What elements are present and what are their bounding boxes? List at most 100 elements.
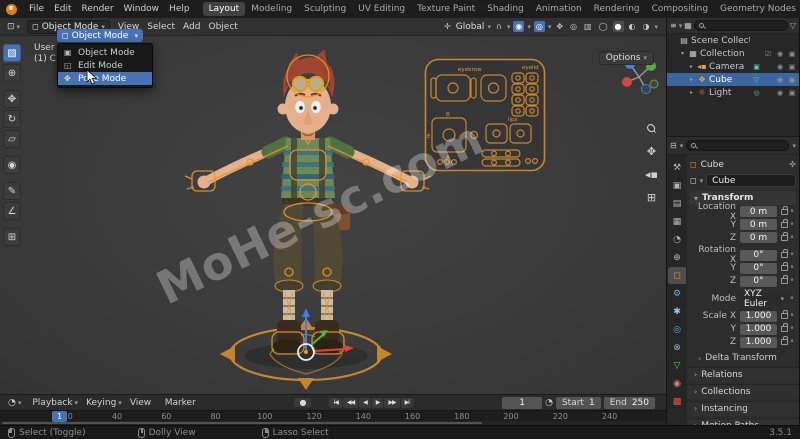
timeline-scrollbar[interactable] xyxy=(0,421,666,425)
menubar-item[interactable]: Edit xyxy=(49,2,76,16)
properties-tab[interactable]: ▦ xyxy=(668,213,686,230)
outliner-row[interactable]: ▸ ◂▪ Camera ▣ ☑ ◉ ▣ xyxy=(667,60,799,73)
hide-render-icon[interactable]: ▣ xyxy=(787,76,797,84)
toolbar-button[interactable]: ✎ xyxy=(3,182,21,200)
outliner-row[interactable]: ▸ ☼ Light ◎ ☑ ◉ ▣ xyxy=(667,86,799,99)
toolbar-button[interactable]: ◉ xyxy=(3,156,21,174)
nav-zoom-icon[interactable]: Ϙ xyxy=(642,119,660,137)
frame-ruler[interactable]: 1 20406080100120140160180200220240 xyxy=(0,410,666,421)
transport-button[interactable]: ▶ xyxy=(372,398,384,408)
collapsed-section[interactable]: › Collections xyxy=(687,384,799,399)
outliner-row[interactable]: ▸ ✥ Cube ▽ ☑ ◉ ▣ xyxy=(667,73,799,86)
shading-material-icon[interactable]: ◐ xyxy=(627,21,638,32)
properties-tab[interactable]: ▽ xyxy=(668,357,686,374)
collection-icon[interactable]: ▦ xyxy=(688,49,698,58)
snapping-icon[interactable]: ◉ xyxy=(513,21,524,32)
object-light-icon[interactable]: ☼ xyxy=(697,88,707,97)
toolbar-button[interactable]: ▧ xyxy=(3,44,21,62)
shading-solid-icon[interactable]: ● xyxy=(613,21,624,32)
object-armature-icon[interactable]: ✥ xyxy=(697,75,707,84)
record-button[interactable]: ● xyxy=(294,398,311,407)
outliner-row-label[interactable]: Collection xyxy=(700,49,750,59)
toolbar-button[interactable]: ✥ xyxy=(3,90,21,108)
delta-transform-subpanel[interactable]: › Delta Transform xyxy=(690,352,796,365)
outliner-row-label[interactable]: Camera xyxy=(709,62,750,72)
mode-menu-item[interactable]: ✥ Pose Mode xyxy=(58,72,152,85)
timeline-menu-item[interactable]: View ▾ xyxy=(126,397,161,409)
workspace-tab[interactable]: UV Editing xyxy=(352,2,411,16)
value-field[interactable]: 1.000 xyxy=(740,311,777,322)
value-field[interactable]: 1.000 xyxy=(740,337,777,348)
properties-tab[interactable]: ⊗ xyxy=(668,339,686,356)
lock-icon[interactable] xyxy=(781,278,788,284)
properties-tab[interactable]: ⚙ xyxy=(668,285,686,302)
outliner-editor-icon[interactable]: ≡ xyxy=(670,21,677,30)
frame-end-field[interactable]: End 250 xyxy=(604,397,655,409)
animate-decorator[interactable]: • xyxy=(788,324,796,334)
properties-tab[interactable]: ▩ xyxy=(668,393,686,410)
collapsed-section[interactable]: › Relations xyxy=(687,367,799,382)
nav-camera-icon[interactable]: ◂▪ xyxy=(645,168,658,181)
object-camera-icon[interactable]: ◂▪ xyxy=(697,62,707,71)
lock-icon[interactable] xyxy=(781,339,788,345)
properties-editor-icon[interactable]: ⊟ xyxy=(670,141,677,150)
toolbar-button[interactable]: ⊕ xyxy=(3,64,21,82)
lock-icon[interactable] xyxy=(781,235,788,241)
mode-menu-item[interactable]: ◱ Edit Mode xyxy=(58,59,152,72)
scene-collection-icon[interactable]: ▤ xyxy=(679,36,689,45)
orientation-icon[interactable]: ✛ xyxy=(442,21,453,32)
outliner-row-label[interactable]: Light xyxy=(709,88,750,98)
properties-search-input[interactable] xyxy=(686,140,789,151)
animate-decorator[interactable]: • xyxy=(788,337,796,347)
disclosure-closed-icon[interactable]: ▸ xyxy=(688,89,695,96)
timeline-menu-item[interactable]: Playback ▾ xyxy=(28,397,82,409)
properties-tab[interactable]: ◉ xyxy=(668,375,686,392)
properties-tab[interactable]: ✱ xyxy=(668,303,686,320)
show-overlays-icon[interactable]: ◎ xyxy=(568,21,579,32)
chevron-down-icon[interactable]: ▾ xyxy=(548,23,552,31)
properties-tab[interactable]: ◔ xyxy=(668,231,686,248)
hide-render-icon[interactable]: ▣ xyxy=(787,50,797,58)
lock-icon[interactable] xyxy=(781,313,788,319)
lock-icon[interactable] xyxy=(781,252,788,258)
lock-icon[interactable] xyxy=(781,326,788,332)
workspace-tab[interactable]: Compositing xyxy=(646,2,714,16)
value-field[interactable]: 0 m xyxy=(740,219,777,230)
workspace-tab[interactable]: Modeling xyxy=(245,2,298,16)
animate-decorator[interactable]: • xyxy=(788,250,796,260)
rotation-mode-dropdown[interactable]: XYZ Euler ▾ xyxy=(740,293,788,304)
outliner-search-input[interactable] xyxy=(694,20,788,31)
data-mesh-icon[interactable]: ▽ xyxy=(752,76,761,84)
lock-icon[interactable] xyxy=(781,265,788,271)
viewport-menu-item[interactable]: Object xyxy=(204,20,241,34)
filter-icon[interactable]: ▽ xyxy=(790,21,796,30)
proportional-edit-icon[interactable]: ◎ xyxy=(534,21,545,32)
chevron-down-icon[interactable]: ▾ xyxy=(654,23,658,31)
chevron-down-icon[interactable]: ▾ xyxy=(527,23,531,31)
playhead-badge[interactable]: 1 xyxy=(52,411,67,422)
hide-viewport-icon[interactable]: ◉ xyxy=(775,76,785,84)
animate-decorator[interactable]: • xyxy=(788,207,796,217)
hide-viewport-icon[interactable]: ◉ xyxy=(775,63,785,71)
menubar-item[interactable]: Window xyxy=(119,2,165,16)
nav-pan-icon[interactable]: ✥ xyxy=(645,145,658,158)
collapsed-section[interactable]: › Instancing xyxy=(687,401,799,416)
current-frame-field[interactable]: 1 xyxy=(502,397,542,409)
toolbar-button[interactable]: ↻ xyxy=(3,110,21,128)
animate-decorator[interactable]: • xyxy=(788,294,796,304)
mode-menu-item[interactable]: ▣ Object Mode xyxy=(58,46,152,59)
chevron-down-icon[interactable]: ▾ xyxy=(679,22,683,30)
menubar-item[interactable]: Help xyxy=(164,2,195,16)
properties-tab[interactable]: ⊕ xyxy=(668,249,686,266)
toolbar-button[interactable]: ▱ xyxy=(3,130,21,148)
chevron-down-icon[interactable]: ▾ xyxy=(507,23,511,31)
workspace-tab[interactable]: Rendering xyxy=(588,2,646,16)
chevron-down-icon[interactable]: ▾ xyxy=(680,142,684,150)
value-field[interactable]: 0° xyxy=(740,250,777,261)
workspace-tab[interactable]: Texture Paint xyxy=(411,2,481,16)
workspace-tab[interactable]: Shading xyxy=(481,2,530,16)
lock-icon[interactable] xyxy=(781,209,788,215)
chevron-down-icon[interactable]: ▾ xyxy=(700,177,704,185)
xray-toggle-icon[interactable]: ▥ xyxy=(582,21,594,32)
data-camera-icon[interactable]: ▣ xyxy=(752,63,761,71)
